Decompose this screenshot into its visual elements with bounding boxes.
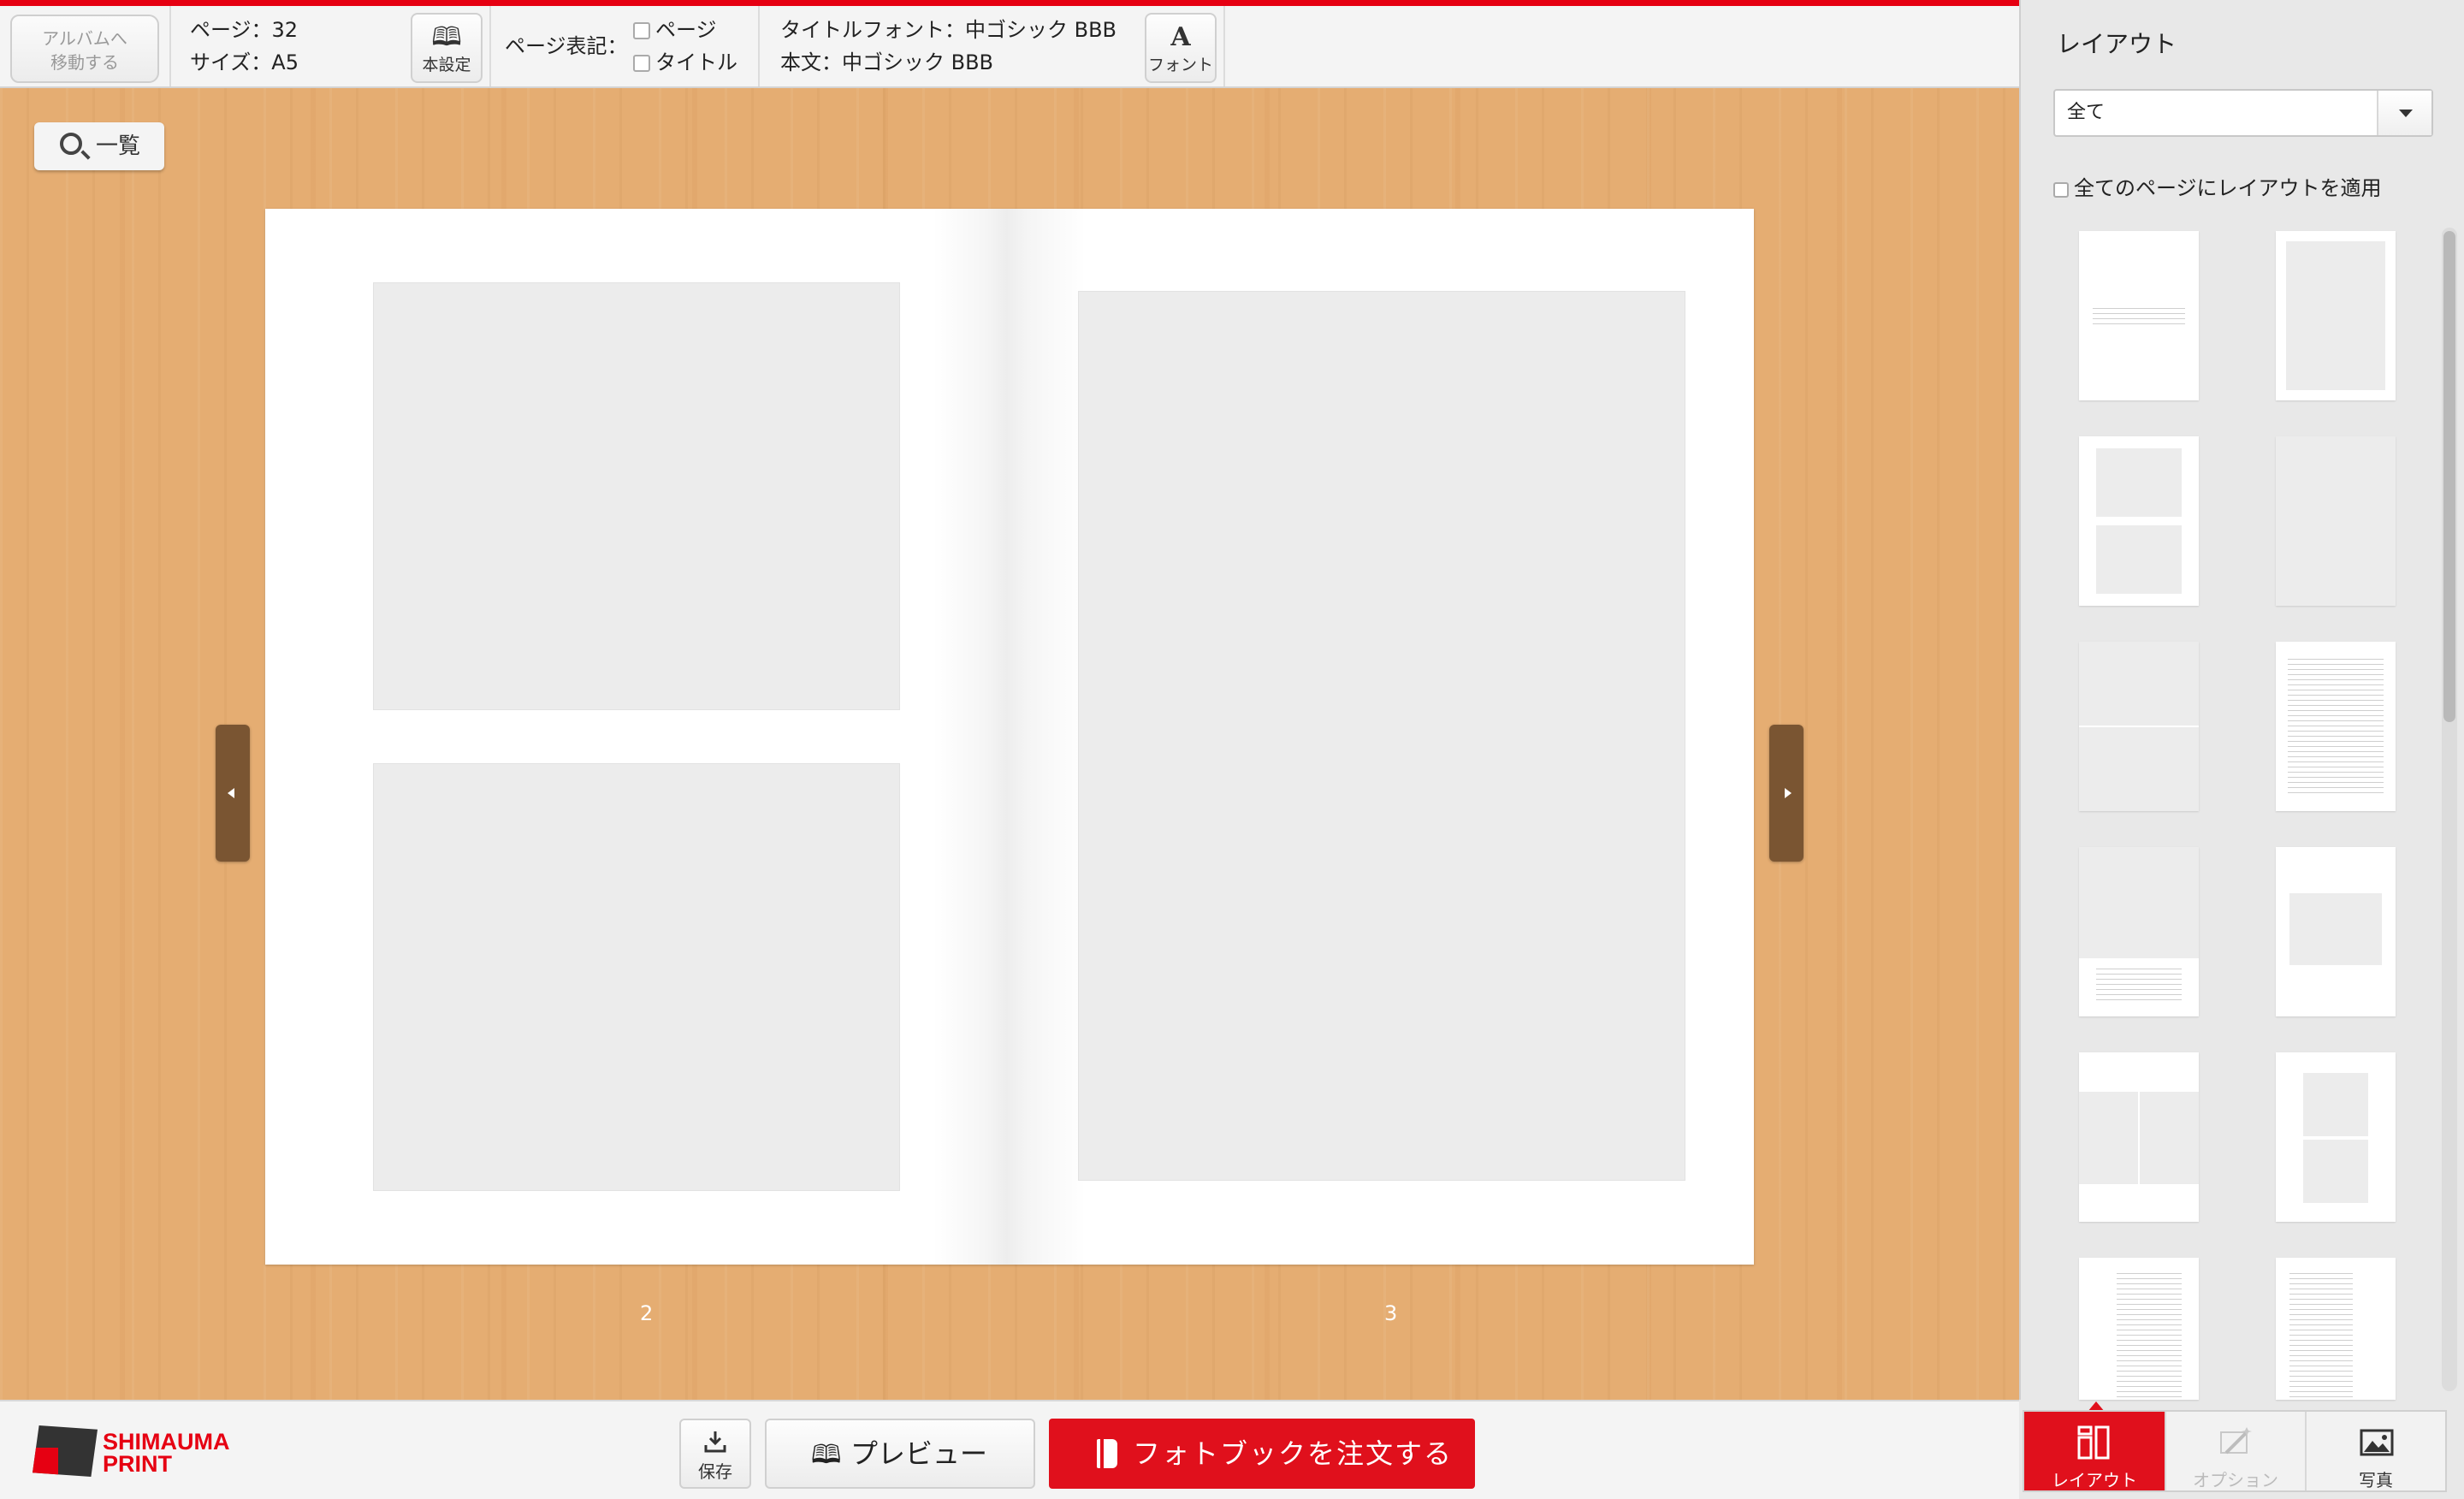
page-number-checkbox[interactable] (633, 22, 650, 39)
logo-text-line2: PRINT (103, 1451, 172, 1477)
layout-panel: レイアウト 全て 全てのページにレイアウトを適用 (2019, 0, 2464, 1400)
scrollbar-thumb[interactable] (2443, 231, 2455, 722)
divider (169, 6, 171, 86)
save-label: 保存 (698, 1461, 732, 1482)
layout-thumbnail[interactable] (2079, 642, 2199, 811)
tab-options[interactable]: オプション (2165, 1412, 2305, 1490)
right-page-number: 3 (1384, 1301, 1398, 1325)
tab-layout-label: レイアウト (2052, 1470, 2137, 1490)
page-notation-label: ページ表記： (505, 34, 628, 58)
accent-top-line (0, 0, 2019, 6)
layout-filter-select[interactable]: 全て (2053, 89, 2433, 137)
photobook-icon (1097, 1439, 1117, 1468)
layout-thumbnail[interactable] (2276, 1052, 2396, 1222)
page-number-option-label: ページ (655, 18, 717, 42)
tab-options-label: オプション (2193, 1470, 2278, 1490)
magic-wand-icon (2220, 1427, 2252, 1455)
preview-label: プレビュー (850, 1437, 988, 1470)
layout-thumbnail[interactable] (2079, 1052, 2199, 1222)
top-toolbar: アルバムへ 移動する ページ：32 サイズ：A5 🕮 本設定 ページ表記： ペー… (0, 6, 2019, 88)
bottom-toolbar: SHIMAUMA PRINT 保存 🕮 プレビュー フォトブックを注文する (0, 1400, 2019, 1499)
spread-gutter (933, 209, 1087, 1265)
font-button-label: フォント (1147, 56, 1213, 74)
title-checkbox[interactable] (633, 55, 650, 72)
layout-thumbnail[interactable] (2079, 1258, 2199, 1400)
divider (758, 6, 760, 86)
open-book-icon: 🕮 (811, 1440, 842, 1470)
book-info: ページ：32 サイズ：A5 (190, 14, 299, 79)
divider (489, 6, 491, 86)
tab-photos[interactable]: 写真 (2305, 1412, 2445, 1490)
layout-thumbnail[interactable] (2276, 231, 2396, 400)
apply-all-label: 全てのページにレイアウトを適用 (2074, 176, 2382, 200)
next-page-handle[interactable] (1769, 725, 1804, 862)
overview-label: 一覧 (96, 133, 141, 159)
basic-settings-button[interactable]: 🕮 本設定 (411, 13, 483, 83)
body-font: 本文：中ゴシック BBB (780, 50, 994, 74)
panel-title: レイアウト (2057, 30, 2177, 58)
zebra-logo-mark (33, 1425, 98, 1477)
magnifier-icon (60, 133, 82, 155)
tab-photos-label: 写真 (2359, 1470, 2393, 1490)
page-notation-options: ページ タイトル (633, 14, 737, 79)
layout-thumbnail[interactable] (2079, 847, 2199, 1016)
chevron-down-icon[interactable] (2377, 91, 2431, 135)
layout-icon (2077, 1425, 2110, 1460)
logo-text-line1: SHIMAUMA (103, 1429, 230, 1455)
book-icon: 🕮 (431, 22, 462, 52)
font-info: タイトルフォント：中ゴシック BBB 本文：中ゴシック BBB (780, 14, 1116, 79)
panel-tabs: レイアウト オプション 写真 (2023, 1410, 2447, 1492)
previous-page-handle[interactable] (216, 725, 250, 862)
divider (1223, 6, 1225, 86)
layout-thumbnail[interactable] (2276, 436, 2396, 606)
apply-all-checkbox[interactable] (2053, 182, 2069, 198)
apply-all-option[interactable]: 全てのページにレイアウトを適用 (2053, 171, 2382, 201)
editor-workspace: 一覧 2 3 (0, 88, 2019, 1400)
layout-thumbnail[interactable] (2079, 436, 2199, 606)
page-spread (265, 209, 1754, 1265)
photo-slot[interactable] (373, 763, 900, 1191)
panel-scrollbar[interactable] (2442, 228, 2457, 1391)
shimauma-print-logo: SHIMAUMA PRINT (33, 1425, 246, 1480)
layout-thumbnail[interactable] (2079, 231, 2199, 400)
order-photobook-button[interactable]: フォトブックを注文する (1049, 1419, 1475, 1489)
left-page-number: 2 (640, 1301, 654, 1325)
preview-button[interactable]: 🕮 プレビュー (765, 1419, 1035, 1489)
title-option[interactable]: タイトル (633, 46, 737, 79)
book-size: サイズ：A5 (190, 50, 299, 74)
photo-slot[interactable] (1078, 291, 1685, 1181)
order-label: フォトブックを注文する (1133, 1437, 1454, 1470)
basic-settings-label: 本設定 (422, 56, 471, 74)
layout-thumbnail[interactable] (2276, 1258, 2396, 1400)
font-icon: A (1170, 22, 1191, 52)
photo-icon (2360, 1429, 2394, 1456)
page-number-option[interactable]: ページ (633, 14, 737, 46)
download-icon (704, 1431, 726, 1453)
photo-slot[interactable] (373, 282, 900, 710)
tab-layout[interactable]: レイアウト (2024, 1412, 2165, 1490)
layout-filter-value: 全て (2067, 102, 2106, 123)
title-option-label: タイトル (655, 50, 737, 74)
layout-thumbnail[interactable] (2276, 847, 2396, 1016)
layout-thumbnail[interactable] (2276, 642, 2396, 811)
back-to-album-label: アルバムへ 移動する (42, 28, 127, 73)
page-count: ページ：32 (190, 18, 299, 42)
font-button[interactable]: A フォント (1145, 13, 1217, 83)
save-button[interactable]: 保存 (679, 1419, 751, 1489)
overview-button[interactable]: 一覧 (34, 122, 164, 170)
back-to-album-button[interactable]: アルバムへ 移動する (10, 15, 159, 83)
title-font: タイトルフォント：中ゴシック BBB (780, 18, 1117, 42)
